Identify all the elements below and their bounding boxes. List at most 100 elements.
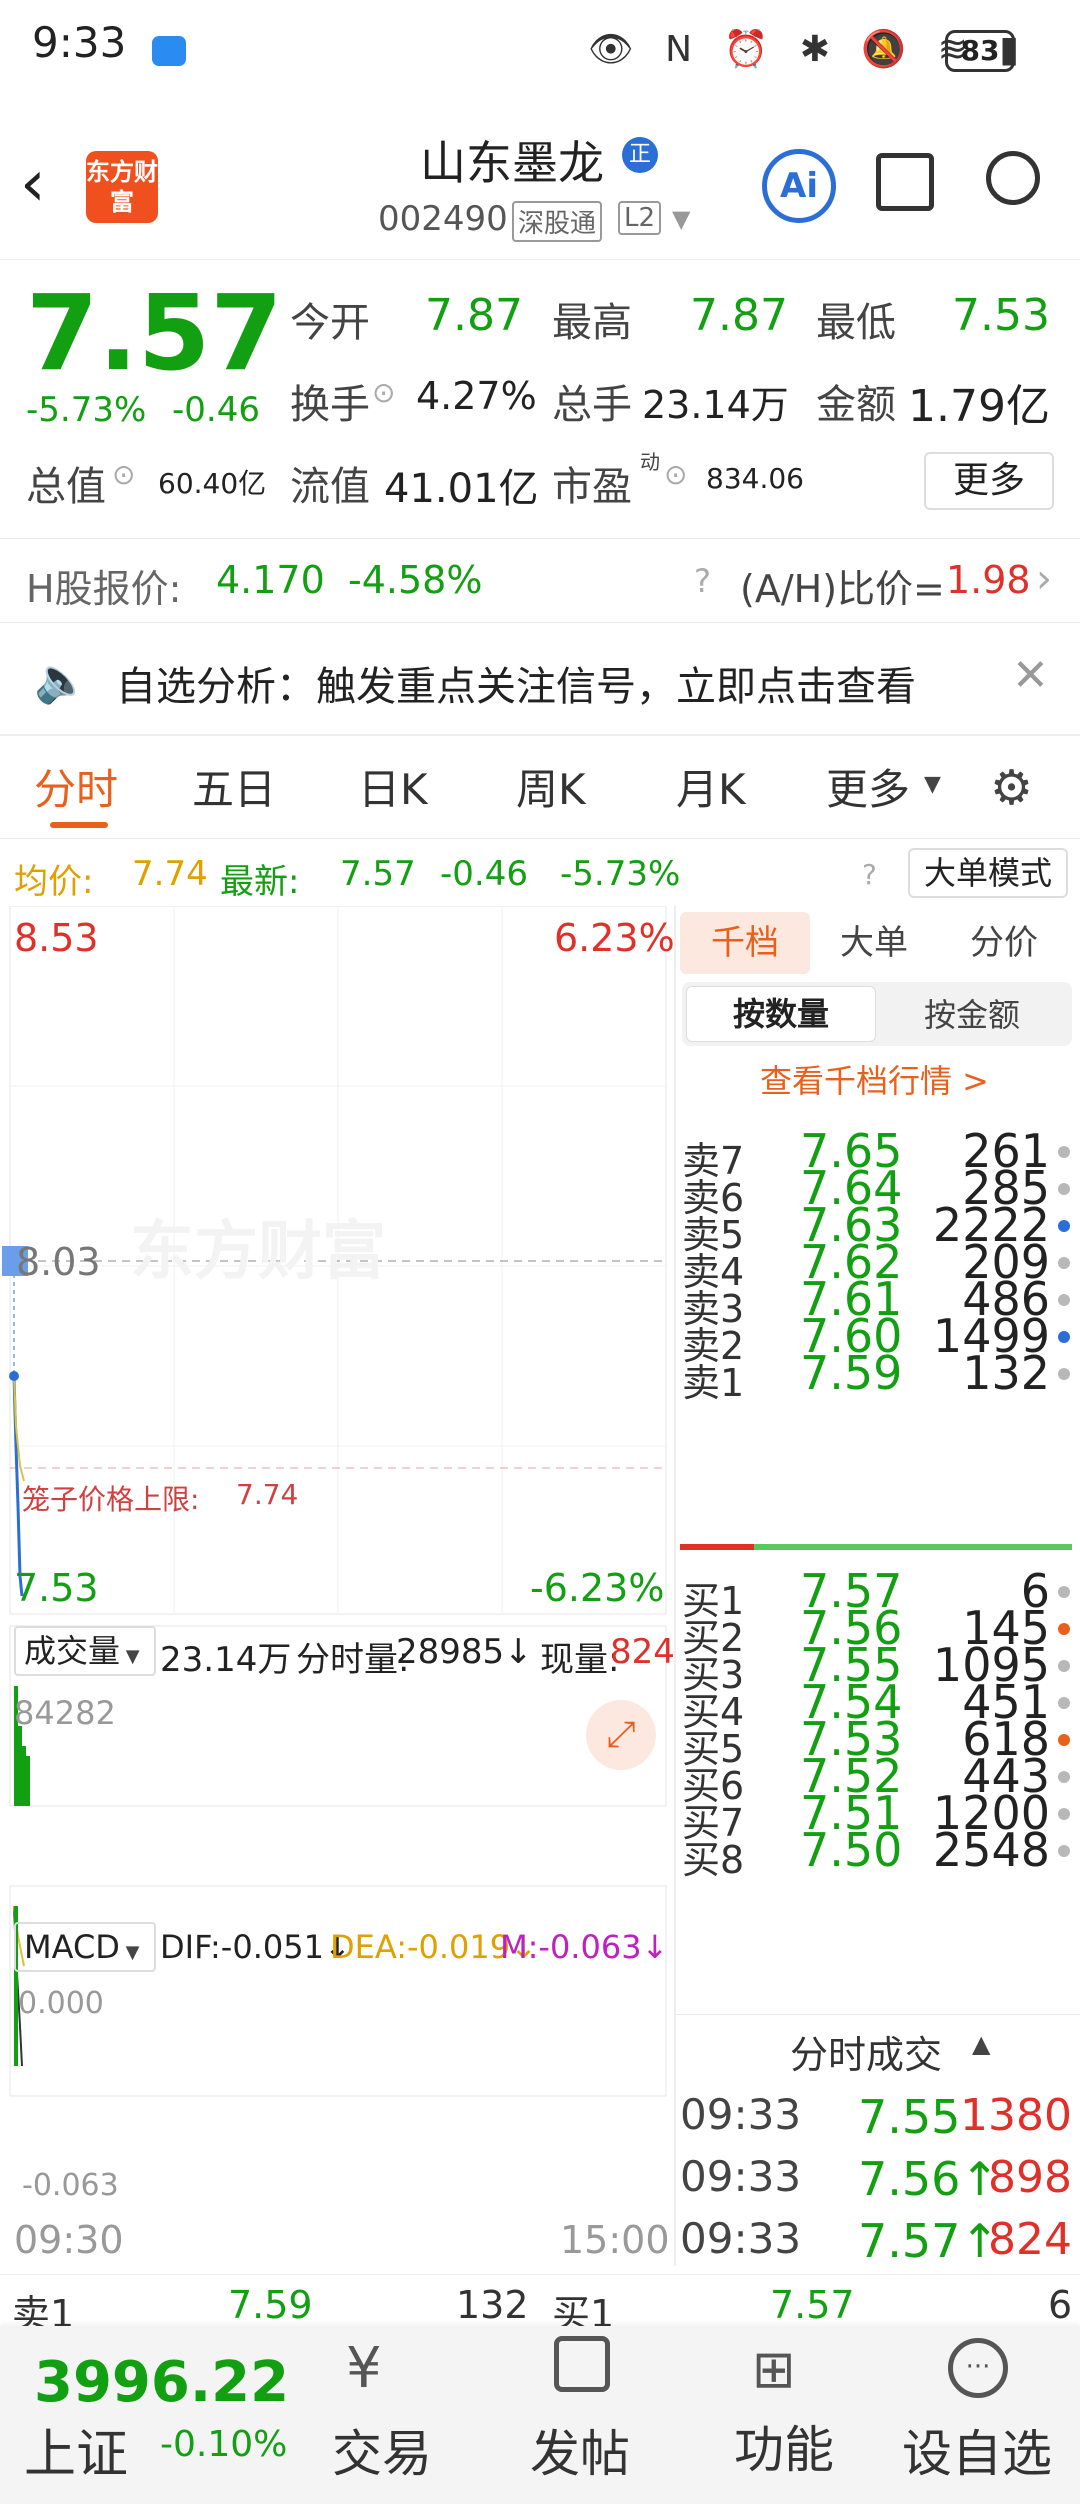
back-icon[interactable]: ‹: [20, 147, 46, 221]
bid-volume: 2548: [932, 1823, 1050, 1877]
notice-banner[interactable]: 🔈 自选分析：触发重点关注信号，立即点击查看 ✕: [0, 624, 1080, 734]
macd-axis-bottom: -0.063: [22, 2168, 119, 2203]
volume-label: 总手: [552, 382, 632, 428]
tab-daily-k[interactable]: 日K: [358, 756, 428, 817]
trade-time: 09:33: [680, 2152, 802, 2201]
search-icon[interactable]: [986, 151, 1040, 205]
trade-volume: 1380: [960, 2090, 1072, 2141]
bid-level-label: 买8: [682, 1838, 745, 1882]
amount-label: 金额: [816, 382, 896, 428]
index-pct: -0.10%: [160, 2424, 288, 2465]
ask-status-dot: [1058, 1183, 1070, 1195]
intraday-info-bar: 均价: 7.74 最新: 7.57 -0.46 -5.73% ? 大单模式: [0, 840, 1080, 904]
bid-price: 7.50: [800, 1823, 903, 1877]
h-share-price: 4.170: [216, 558, 325, 602]
total-volume: 23.14万: [160, 1640, 292, 1680]
latest-price: 7.57: [340, 854, 416, 894]
bottom-nav: 3996.22 上证 -0.10% ¥ 交易 发帖 ⊞ 功能 ··· 设自选: [0, 2326, 1080, 2504]
strip-sell1-vol: 132: [456, 2283, 529, 2326]
expand-icon[interactable]: ⤢: [586, 1700, 656, 1770]
tab-monthly-k[interactable]: 月K: [676, 756, 746, 817]
bid-status-dot: [1058, 1771, 1070, 1783]
low-value: 7.53: [952, 290, 1050, 341]
open-value: 7.87: [425, 290, 523, 341]
close-icon[interactable]: ✕: [1012, 650, 1049, 701]
current-volume: 824: [610, 1632, 675, 1672]
question-icon[interactable]: ?: [862, 858, 877, 891]
strip-buy1-label: 买1: [552, 2292, 615, 2326]
h-share-row[interactable]: H股报价: 4.170 -4.58% ? (A/H)比价= 1.98 ›: [0, 540, 1080, 622]
info-icon[interactable]: ⊙: [372, 376, 395, 409]
tab-five-day[interactable]: 五日: [192, 756, 276, 817]
nav-post[interactable]: 发帖: [530, 2414, 630, 2486]
trade-row: 09:33 7.55 1380: [680, 2090, 1080, 2150]
ask-row[interactable]: 卖1 7.59 132: [680, 1346, 1080, 1405]
sell8-partial: [680, 1096, 1080, 1112]
bid-status-dot: [1058, 1660, 1070, 1672]
avg-price: 7.74: [132, 854, 208, 894]
caret-down-icon: ▼: [924, 772, 941, 797]
question-icon[interactable]: ?: [694, 562, 711, 600]
notice-text: 自选分析：触发重点关注信号，立即点击查看: [116, 664, 916, 710]
stock-code: 002490: [378, 199, 508, 239]
ah-ratio-value: 1.98: [946, 558, 1031, 602]
stock-header: ‹ 东方财富 山东墨龙 正 002490 深股通 L2 ▼ Ai: [0, 105, 1080, 260]
ai-icon[interactable]: Ai: [762, 149, 836, 223]
ask-status-dot: [1058, 1368, 1070, 1380]
chevron-down-icon[interactable]: ▼: [672, 205, 690, 233]
watermark: 东方财富: [130, 1215, 386, 1289]
big-order-mode-button[interactable]: 大单模式: [908, 848, 1068, 898]
subtab-by-quantity[interactable]: 按数量: [686, 986, 876, 1042]
nav-trade[interactable]: 交易: [332, 2414, 432, 2486]
tab-weekly-k[interactable]: 周K: [516, 756, 586, 817]
time-axis-end: 15:00: [560, 2218, 670, 2262]
stock-name: 山东墨龙: [420, 136, 604, 190]
status-bar: 9:33 👁 N ⏰ ✱ 🔕 ≋ ▮ 83: [0, 0, 1080, 105]
y-axis-bottom-price: 7.53: [14, 1566, 99, 1610]
tab-intraday[interactable]: 分时: [34, 756, 118, 817]
nav-add-watchlist[interactable]: 设自选: [902, 2414, 1052, 2486]
tab-more[interactable]: 更多: [826, 756, 910, 817]
ask-status-dot: [1058, 1220, 1070, 1232]
info-icon[interactable]: ⊙: [664, 458, 687, 491]
index-value[interactable]: 3996.22: [34, 2350, 289, 2415]
float-cap-label: 流值: [290, 464, 370, 510]
level2-tag: L2: [618, 201, 662, 235]
shenzhen-connect-tag: 深股通: [512, 201, 603, 242]
share-icon[interactable]: [876, 153, 934, 211]
macd-select-label: MACD: [24, 1928, 120, 1966]
bid-strength-bar: [754, 1544, 1072, 1550]
message-app-icon: [152, 36, 186, 66]
trade-price: 7.57↑: [858, 2214, 999, 2268]
trades-title[interactable]: 分时成交: [790, 2024, 942, 2079]
bid-row[interactable]: 买8 7.50 2548: [680, 1823, 1080, 1882]
battery-icon: 83: [945, 30, 1015, 72]
ask-volume: 132: [962, 1346, 1050, 1400]
amount-value: 1.79亿: [908, 381, 1050, 432]
tab-big-orders[interactable]: 大单: [840, 912, 908, 974]
latest-label: 最新:: [220, 862, 300, 902]
best-quote-strip: 卖1 7.59 132 买1 7.57 6: [0, 2274, 1080, 2326]
bid-status-dot: [1058, 1586, 1070, 1598]
market-cap-label: 总值: [26, 464, 106, 510]
post-icon: [554, 2336, 610, 2392]
gear-icon[interactable]: ⚙: [990, 760, 1033, 816]
h-share-pct: -4.58%: [348, 558, 483, 602]
index-name[interactable]: 上证: [24, 2412, 128, 2487]
ask-status-dot: [1058, 1294, 1070, 1306]
change-pct: -5.73%: [26, 390, 147, 430]
nav-functions[interactable]: 功能: [734, 2410, 834, 2482]
tab-depth-1000[interactable]: 千档: [680, 912, 810, 974]
more-button[interactable]: 更多: [924, 452, 1054, 510]
info-icon[interactable]: ⊙: [112, 458, 135, 491]
pe-dynamic-mark: 动: [640, 450, 660, 474]
volume-indicator-select[interactable]: 成交量 ▼: [14, 1626, 156, 1676]
cage-limit-value: 7.74: [236, 1478, 299, 1511]
latest-pct: -5.73%: [560, 854, 681, 894]
chevron-right-icon: ›: [1036, 556, 1052, 602]
subtab-by-amount[interactable]: 按金额: [924, 990, 1020, 1040]
last-price: 7.57: [26, 272, 283, 394]
tab-price-distribution[interactable]: 分价: [970, 912, 1038, 974]
macd-indicator-select[interactable]: MACD ▼: [14, 1922, 156, 1972]
current-volume-label: 现量:: [540, 1640, 620, 1680]
